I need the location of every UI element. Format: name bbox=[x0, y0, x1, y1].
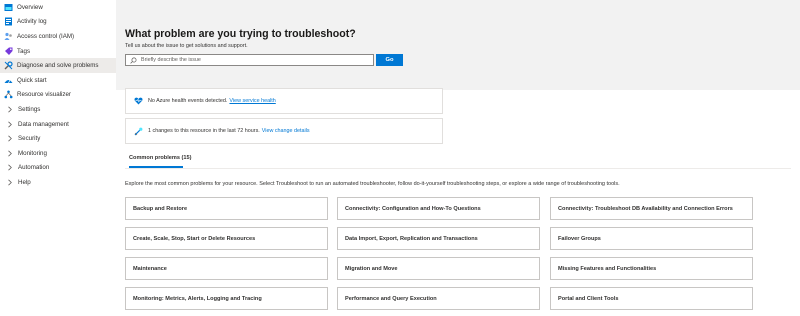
sidebar-item-label: Data management bbox=[18, 120, 69, 128]
view-service-health-link[interactable]: View service health bbox=[229, 98, 275, 104]
problem-card[interactable]: Backup and Restore bbox=[125, 197, 328, 220]
sidebar-item-label: Monitoring bbox=[18, 149, 47, 157]
sidebar-item-quick-start[interactable]: Quick start bbox=[0, 73, 116, 88]
sidebar-item-overview[interactable]: Overview bbox=[0, 0, 116, 15]
sidebar-item-label: Automation bbox=[18, 164, 50, 172]
page-subtitle: Tell us about the issue to get solutions… bbox=[125, 43, 248, 49]
sidebar-item-tags[interactable]: Tags bbox=[0, 44, 116, 59]
iam-icon bbox=[4, 32, 13, 41]
sidebar-item-label: Diagnose and solve problems bbox=[17, 62, 99, 70]
sidebar-item-resource-visualizer[interactable]: Resource visualizer bbox=[0, 88, 116, 103]
problem-card[interactable]: Failover Groups bbox=[550, 227, 753, 250]
go-button[interactable]: Go bbox=[376, 54, 403, 66]
problem-card[interactable]: Performance and Query Execution bbox=[337, 287, 540, 310]
problem-card[interactable]: Maintenance bbox=[125, 257, 328, 280]
sidebar-group-automation[interactable]: Automation bbox=[0, 161, 116, 176]
page-title: What problem are you trying to troublesh… bbox=[125, 28, 356, 40]
overview-icon bbox=[4, 3, 13, 12]
sidebar-item-label: Security bbox=[18, 135, 41, 143]
sidebar-item-label: Resource visualizer bbox=[17, 91, 71, 99]
problem-card[interactable]: Missing Features and Functionalities bbox=[550, 257, 753, 280]
chevron-right-icon bbox=[5, 163, 14, 172]
wrench-icon bbox=[4, 61, 13, 70]
visualizer-icon bbox=[4, 90, 13, 99]
problem-card[interactable]: Connectivity: Configuration and How-To Q… bbox=[337, 197, 540, 220]
sidebar-group-settings[interactable]: Settings bbox=[0, 102, 116, 117]
sidebar-group-data-management[interactable]: Data management bbox=[0, 117, 116, 132]
activity-log-icon bbox=[4, 17, 13, 26]
tag-icon bbox=[4, 47, 13, 56]
explore-description: Explore the most common problems for you… bbox=[125, 181, 620, 187]
sidebar-item-diagnose[interactable]: Diagnose and solve problems bbox=[0, 58, 116, 73]
chevron-right-icon bbox=[5, 178, 14, 187]
troubleshoot-hero: What problem are you trying to troublesh… bbox=[116, 0, 800, 90]
problem-card[interactable]: Portal and Client Tools bbox=[550, 287, 753, 310]
changes-card: 1 changes to this resource in the last 7… bbox=[125, 118, 443, 144]
sidebar-item-label: Quick start bbox=[17, 76, 47, 84]
heart-icon bbox=[134, 97, 143, 106]
changes-text: 1 changes to this resource in the last 7… bbox=[148, 128, 260, 134]
sidebar-item-access-control[interactable]: Access control (IAM) bbox=[0, 29, 116, 44]
sidebar-group-monitoring[interactable]: Monitoring bbox=[0, 146, 116, 161]
main-content: What problem are you trying to troublesh… bbox=[116, 0, 800, 316]
search-icon bbox=[130, 57, 137, 64]
chevron-right-icon bbox=[5, 120, 14, 129]
issue-search-input[interactable] bbox=[141, 57, 361, 63]
tab-common-problems[interactable]: Common problems (15) bbox=[129, 155, 191, 161]
sidebar-item-label: Tags bbox=[17, 47, 31, 55]
sidebar-item-label: Activity log bbox=[17, 18, 47, 26]
chevron-right-icon bbox=[5, 149, 14, 158]
issue-search-box[interactable] bbox=[125, 54, 374, 66]
problem-card[interactable]: Connectivity: Troubleshoot DB Availabili… bbox=[550, 197, 753, 220]
sidebar-group-security[interactable]: Security bbox=[0, 131, 116, 146]
view-change-details-link[interactable]: View change details bbox=[262, 128, 310, 134]
sidebar-item-label: Overview bbox=[17, 3, 43, 11]
problem-card[interactable]: Create, Scale, Stop, Start or Delete Res… bbox=[125, 227, 328, 250]
sidebar-group-help[interactable]: Help bbox=[0, 175, 116, 190]
quick-start-icon bbox=[4, 76, 13, 85]
sidebar-item-activity-log[interactable]: Activity log bbox=[0, 15, 116, 30]
health-status-text: No Azure health events detected. bbox=[148, 98, 228, 104]
problem-card[interactable]: Monitoring: Metrics, Alerts, Logging and… bbox=[125, 287, 328, 310]
sidebar: Overview Activity log Access control (IA… bbox=[0, 0, 116, 316]
sidebar-item-label: Access control (IAM) bbox=[17, 32, 75, 40]
problem-card[interactable]: Migration and Move bbox=[337, 257, 540, 280]
chevron-right-icon bbox=[5, 134, 14, 143]
change-analysis-icon bbox=[134, 127, 143, 136]
health-status-card: No Azure health events detected. View se… bbox=[125, 88, 443, 114]
sidebar-item-label: Help bbox=[18, 178, 31, 186]
problem-card[interactable]: Data Import, Export, Replication and Tra… bbox=[337, 227, 540, 250]
chevron-right-icon bbox=[5, 105, 14, 114]
tab-divider bbox=[125, 168, 791, 169]
sidebar-item-label: Settings bbox=[18, 105, 41, 113]
